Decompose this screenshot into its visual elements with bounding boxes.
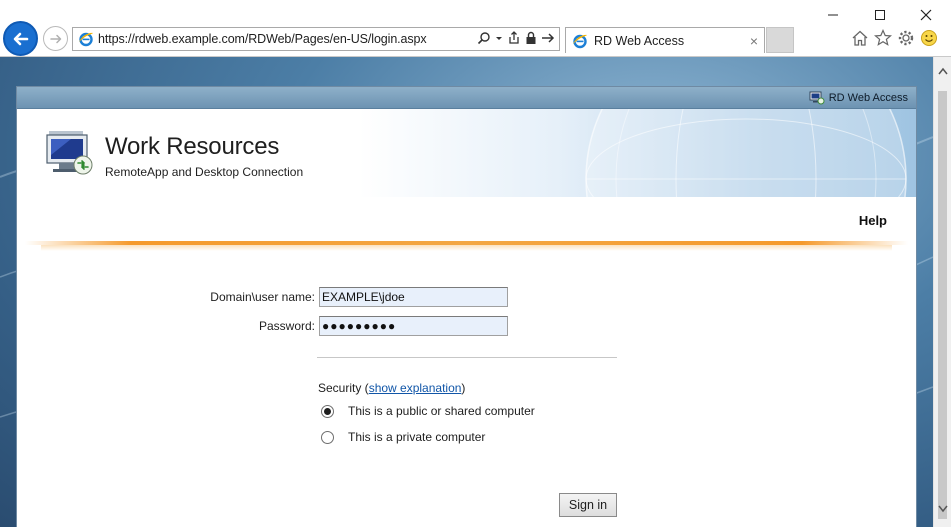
form-divider [317, 357, 617, 358]
rd-web-access-icon [809, 91, 825, 104]
lock-icon[interactable] [525, 31, 537, 45]
compatibility-icon[interactable] [507, 31, 521, 45]
sign-in-button[interactable]: Sign in [559, 493, 617, 517]
url-text: https://rdweb.example.com/RDWeb/Pages/en… [98, 32, 427, 46]
security-prefix: Security ( [318, 381, 369, 395]
password-label: Password: [258, 319, 315, 333]
radio-public-button[interactable] [321, 404, 334, 418]
username-row: Domain\user name: EXAMPLE\jdoe [209, 287, 508, 307]
tab-close-icon[interactable]: × [750, 33, 758, 49]
security-label: Security (show explanation) [318, 381, 465, 395]
radio-selected-dot [324, 407, 331, 415]
tab-title: RD Web Access [594, 33, 685, 48]
globe-graphic [585, 109, 907, 197]
page-title: Work Resources [105, 133, 280, 160]
scroll-down-icon[interactable] [938, 505, 948, 513]
search-icon[interactable] [477, 31, 491, 45]
password-mask: ●●●●●●●●● [322, 319, 397, 333]
scrollbar-thumb[interactable] [938, 91, 947, 519]
back-arrow-icon [13, 32, 28, 45]
orange-divider-glow [41, 245, 892, 251]
radio-public-label: This is a public or shared computer [348, 404, 535, 418]
radio-private-label: This is a private computer [348, 430, 486, 444]
maximize-icon [875, 10, 885, 20]
minimize-button[interactable] [810, 4, 856, 26]
security-suffix: ) [461, 381, 466, 395]
close-window-button[interactable] [903, 4, 949, 26]
help-link[interactable]: Help [859, 213, 887, 228]
username-input[interactable]: EXAMPLE\jdoe [319, 287, 508, 307]
forward-arrow-icon [49, 34, 61, 43]
dropdown-icon[interactable] [495, 31, 503, 45]
feedback-smiley-icon[interactable] [920, 29, 938, 47]
favorites-star-icon[interactable] [874, 29, 892, 47]
home-icon[interactable] [851, 29, 869, 47]
browser-toolbar [851, 29, 938, 47]
tab-rd-web-access[interactable]: RD Web Access × [565, 27, 765, 53]
vertical-scrollbar[interactable] [933, 57, 951, 527]
forward-button[interactable] [43, 26, 68, 51]
password-input[interactable]: ●●●●●●●●● [319, 316, 508, 336]
show-explanation-link[interactable]: show explanation [369, 381, 462, 395]
new-tab-button[interactable] [766, 27, 794, 53]
minimize-icon [828, 14, 838, 16]
topbar-label: RD Web Access [828, 91, 908, 104]
radio-private-button[interactable] [321, 430, 334, 444]
page-subtitle: RemoteApp and Desktop Connection [105, 165, 304, 179]
remoteapp-logo-icon [46, 131, 93, 175]
username-label: Domain\user name: [210, 290, 315, 304]
page-banner: Work Resources RemoteApp and Desktop Con… [17, 109, 916, 197]
radio-private-computer[interactable]: This is a private computer [321, 430, 485, 444]
address-bar[interactable]: https://rdweb.example.com/RDWeb/Pages/en… [72, 27, 560, 51]
ie-logo-icon [79, 32, 93, 47]
scroll-up-icon[interactable] [938, 67, 948, 75]
go-arrow-icon[interactable] [541, 31, 555, 45]
panel-topbar: RD Web Access [17, 87, 916, 109]
maximize-button[interactable] [857, 4, 903, 26]
rd-web-panel: RD Web Access Work Resources RemoteApp a… [16, 86, 917, 527]
address-icons [477, 31, 555, 45]
radio-public-computer[interactable]: This is a public or shared computer [321, 404, 535, 418]
username-value: EXAMPLE\jdoe [322, 290, 405, 304]
settings-gear-icon[interactable] [897, 29, 915, 47]
browser-chrome: https://rdweb.example.com/RDWeb/Pages/en… [0, 0, 951, 57]
password-row: Password: ●●●●●●●●● [209, 316, 508, 336]
help-row: Help [17, 197, 916, 241]
back-button[interactable] [3, 21, 38, 56]
ie-logo-icon [573, 34, 587, 48]
close-icon [920, 9, 932, 21]
page-viewport: RD Web Access Work Resources RemoteApp a… [0, 57, 933, 527]
